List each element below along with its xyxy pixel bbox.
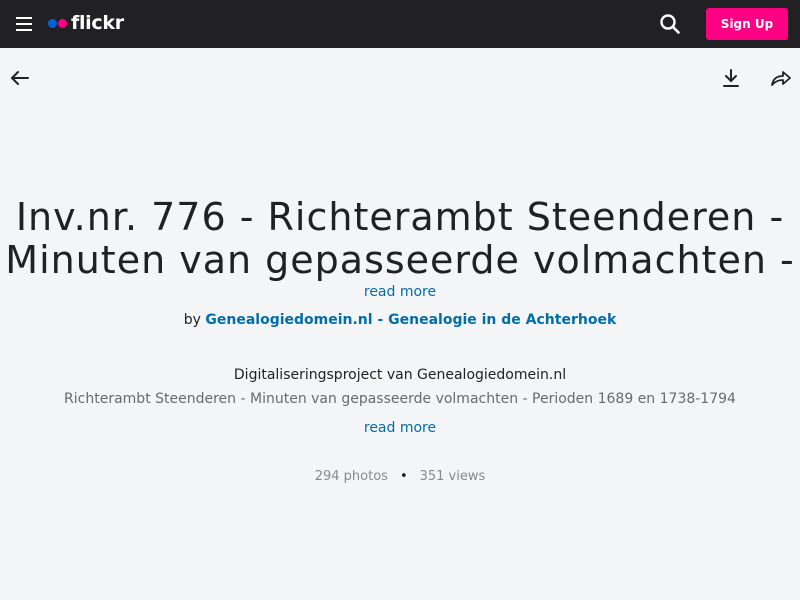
top-navigation-bar: flickr Sign Up	[0, 0, 800, 48]
description-line-1: Digitaliseringsproject van Genealogiedom…	[233, 367, 567, 383]
owner-link[interactable]: Genealogiedomein.nl - Genealogie in de A…	[205, 312, 616, 328]
download-icon[interactable]	[719, 66, 743, 90]
arrow-left-icon[interactable]	[8, 66, 32, 90]
album-title: Inv.nr. 776 - Richterambt Steenderen - M…	[5, 196, 795, 282]
logo-text: flickr	[71, 12, 124, 34]
by-label: by	[183, 312, 201, 328]
photo-count: 294 photos	[314, 469, 388, 484]
description-read-more-link[interactable]: read more	[0, 419, 800, 437]
sign-up-button[interactable]: Sign Up	[706, 8, 788, 40]
album-byline: by Genealogiedomein.nl - Genealogie in d…	[0, 311, 800, 329]
album-stats: 294 photos • 351 views	[0, 468, 800, 486]
menu-icon[interactable]	[14, 14, 34, 34]
flickr-logo[interactable]: flickr	[48, 11, 124, 35]
share-icon[interactable]	[769, 66, 793, 90]
logo-pink-dot	[58, 18, 67, 28]
view-count: 351 views	[419, 469, 486, 484]
description-line-2: Richterambt Steenderen - Minuten van gep…	[64, 391, 736, 407]
title-read-more-link[interactable]: read more	[0, 283, 800, 301]
search-icon[interactable]	[658, 12, 682, 36]
stats-separator: •	[399, 469, 408, 484]
logo-blue-dot	[48, 18, 57, 28]
